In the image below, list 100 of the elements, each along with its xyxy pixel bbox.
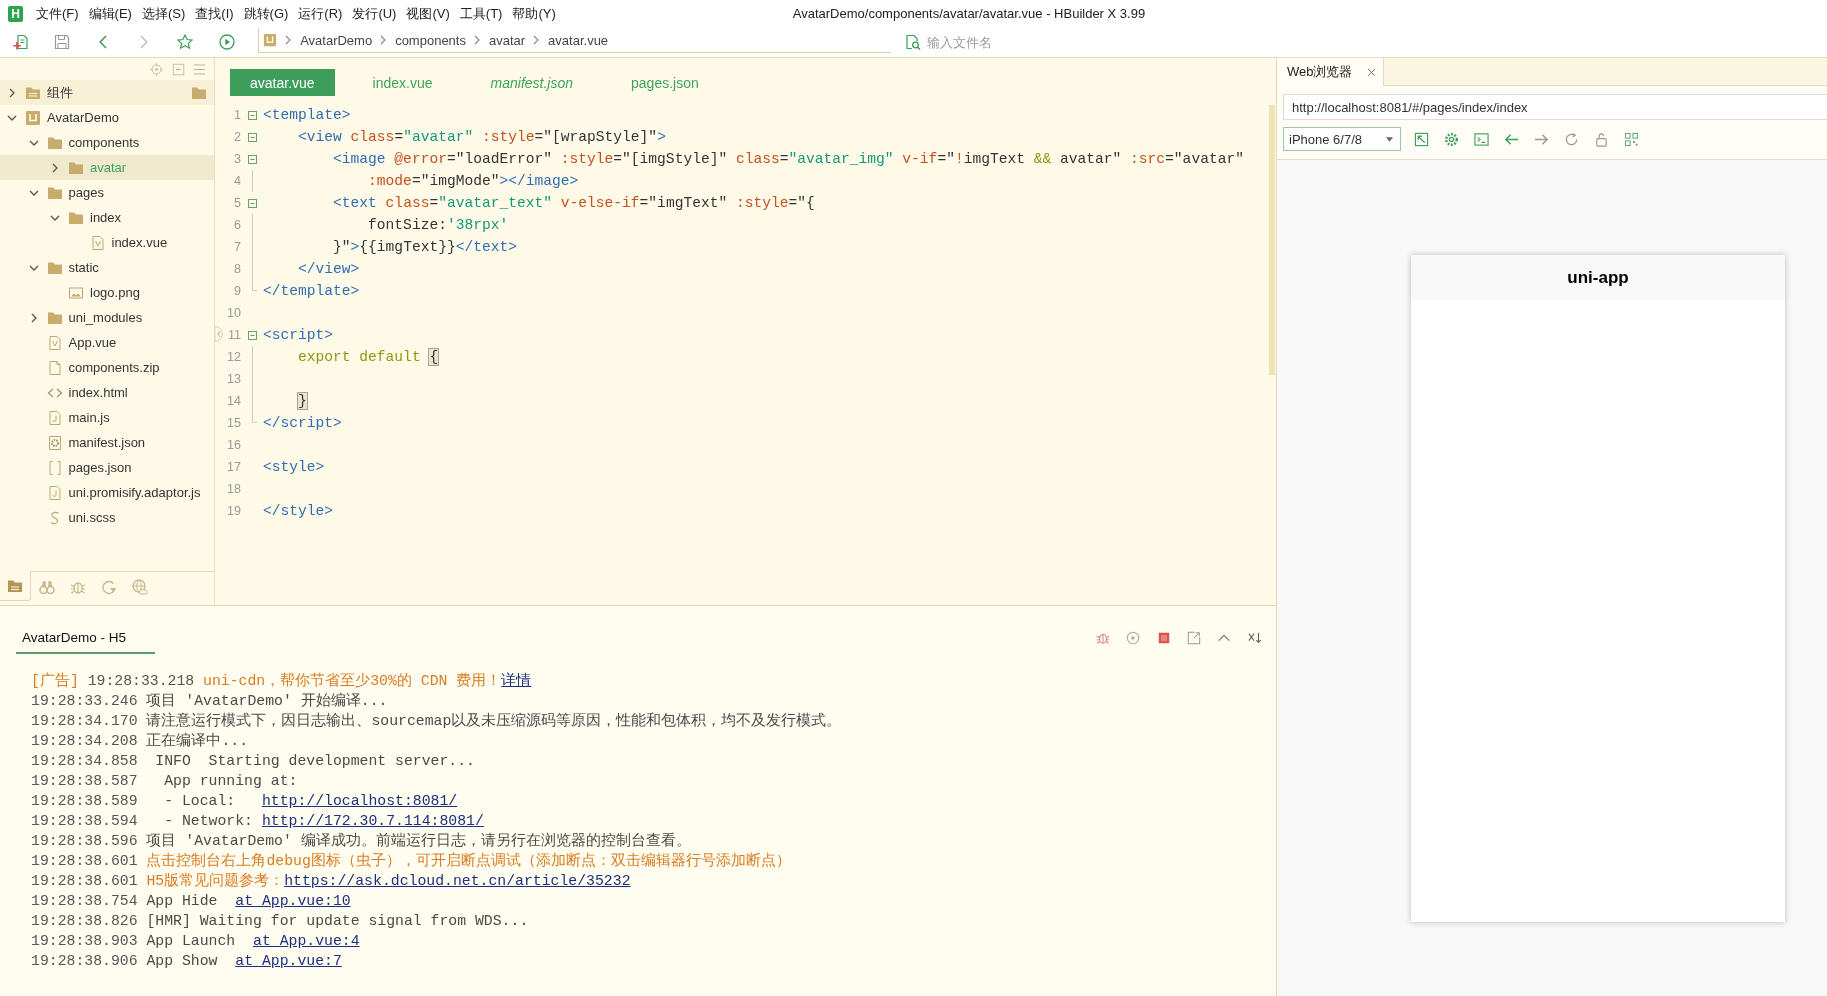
vue-file-icon (46, 334, 63, 351)
url-field[interactable]: http://localhost:8081/#/pages/index/index (1283, 94, 1827, 120)
line-number: 19 (226, 504, 241, 518)
chevron-down-icon[interactable] (28, 139, 39, 146)
menu-icon[interactable] (193, 62, 206, 76)
tree-item[interactable]: index.vue (0, 230, 214, 255)
menu-item[interactable]: 编辑(E) (83, 4, 137, 23)
chevron-right-icon[interactable] (30, 312, 37, 323)
refresh-icon[interactable] (1563, 131, 1579, 147)
log-link[interactable]: at App.vue:10 (235, 891, 351, 911)
collapse-handle-icon[interactable] (215, 326, 224, 342)
chevron-down-icon[interactable] (28, 189, 39, 196)
star-icon[interactable] (177, 34, 194, 50)
menu-item[interactable]: 帮助(Y) (507, 4, 561, 23)
window-title: AvatarDemo/components/avatar/avatar.vue - HBuilder X 3.99 (792, 6, 1146, 21)
browser-tab[interactable]: Web浏览器 (1277, 58, 1384, 86)
chevron-down-icon[interactable] (28, 264, 39, 271)
log-message: [HMR] Waiting for update signal from WDS... (146, 912, 529, 931)
tree-item[interactable]: index.html (0, 380, 214, 405)
tree-item[interactable]: static (0, 255, 214, 280)
project-icon (25, 109, 41, 126)
chevron-down-icon[interactable] (7, 114, 17, 121)
tree-item[interactable]: pages (0, 180, 214, 205)
breadcrumb-item[interactable]: components (395, 32, 466, 48)
tree-item[interactable]: main.js (0, 405, 214, 430)
menu-item[interactable]: 工具(T) (454, 4, 508, 23)
tree-item[interactable]: components (0, 130, 214, 155)
chevron-left-icon[interactable] (98, 35, 107, 49)
tree-item[interactable]: uni.scss (0, 505, 214, 530)
fold-toggle-icon[interactable] (247, 132, 257, 142)
tree-item[interactable]: AvatarDemo (0, 105, 214, 130)
bug-icon[interactable] (1095, 631, 1110, 645)
log-time: 19:28:33.218 (87, 672, 195, 691)
globe-icon (131, 578, 148, 595)
terminal-icon[interactable] (1473, 131, 1489, 147)
image-file-icon (68, 284, 84, 301)
menu-item[interactable]: 文件(F) (31, 4, 84, 23)
tree-item[interactable]: App.vue (0, 330, 214, 355)
menu-item[interactable]: 发行(U) (347, 4, 402, 23)
line-number: 3 (233, 152, 241, 166)
fold-toggle-icon[interactable] (247, 110, 257, 120)
tree-item[interactable]: components.zip (0, 355, 214, 380)
chevron-right-icon[interactable] (9, 87, 15, 98)
export-icon[interactable] (1187, 631, 1201, 645)
tree-item[interactable]: pages.json (0, 455, 214, 480)
file-search-field[interactable]: 输入文件名 (927, 32, 1128, 52)
menu-item[interactable]: 选择(S) (136, 4, 191, 23)
collapse-all-icon[interactable] (171, 62, 185, 76)
tree-item[interactable]: manifest.json (0, 430, 214, 455)
settings-icon[interactable] (1443, 131, 1459, 147)
log-time: 19:28:38.601 (31, 872, 138, 891)
code-line: </style> (263, 503, 334, 519)
play-circle-icon[interactable] (1126, 631, 1141, 645)
tree-item[interactable]: uni.promisify.adaptor.js (0, 480, 214, 505)
lock-icon[interactable] (1593, 131, 1609, 147)
close-icon[interactable] (1366, 67, 1376, 77)
save-icon[interactable] (53, 34, 70, 50)
fold-toggle-icon[interactable] (247, 198, 257, 208)
log-link[interactable]: 详情 (501, 671, 532, 691)
fold-toggle-icon[interactable] (247, 154, 257, 164)
locate-icon[interactable] (150, 62, 163, 76)
log-time: 19:28:38.594 (31, 812, 138, 831)
log-message: - Local: (164, 792, 236, 811)
run-icon[interactable] (218, 34, 235, 50)
console-tab[interactable]: AvatarDemo - H5 (16, 622, 155, 654)
breadcrumb-item[interactable]: avatar (488, 32, 526, 48)
line-number: 1 (233, 108, 241, 122)
line-number: 18 (226, 482, 241, 496)
breadcrumb-item[interactable]: avatar.vue (548, 32, 609, 48)
log-message: INFO Starting development server... (155, 752, 475, 771)
log-link[interactable]: http://172.30.7.114:8081/ (261, 811, 484, 831)
chevron-down-icon[interactable] (50, 214, 60, 221)
line-number: 15 (226, 416, 241, 430)
new-file-icon[interactable] (12, 34, 29, 50)
project-icon (263, 33, 278, 47)
tree-item[interactable]: 组件 (0, 80, 214, 105)
fold-toggle-icon[interactable] (247, 330, 257, 340)
view-tab[interactable] (0, 571, 31, 601)
tree-item[interactable]: index (0, 205, 214, 230)
log-link[interactable]: https://ask.dcloud.net.cn/article/35232 (284, 871, 631, 891)
menu-item[interactable]: 视图(V) (401, 4, 455, 23)
x-down-arrow-icon[interactable] (1247, 631, 1262, 645)
qr-code-icon[interactable] (1623, 131, 1639, 147)
menu-item[interactable]: 跳转(G) (238, 4, 294, 23)
chevron-right-icon[interactable] (52, 162, 58, 173)
scrollbar-thumb[interactable] (1269, 105, 1275, 375)
breadcrumb-item[interactable]: AvatarDemo (300, 32, 373, 48)
device-select[interactable]: iPhone 6/7/8 (1283, 127, 1401, 151)
log-link[interactable]: http://localhost:8081/ (261, 791, 458, 811)
tree-item[interactable]: logo.png (0, 280, 214, 305)
log-link[interactable]: at App.vue:4 (253, 931, 360, 951)
menu-item[interactable]: 查找(I) (190, 4, 239, 23)
log-link[interactable]: at App.vue:7 (235, 951, 342, 971)
file-search-icon[interactable] (905, 34, 922, 50)
code-line: <template> (263, 107, 351, 123)
log-time: 19:28:34.170 (31, 712, 138, 731)
tree-item[interactable]: uni_modules (0, 305, 214, 330)
code-line: </view> (298, 261, 360, 277)
menu-item[interactable]: 运行(R) (293, 4, 348, 23)
stop-icon[interactable] (1156, 631, 1171, 645)
